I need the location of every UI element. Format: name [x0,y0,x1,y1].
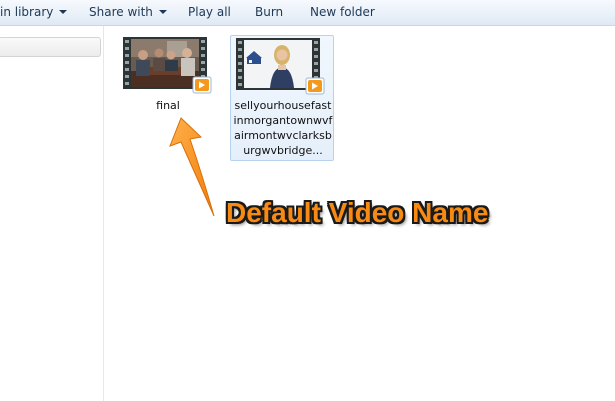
explorer-window: in library Share with Play all Burn New … [0,0,615,401]
play-all-label: Play all [188,5,231,19]
file-item-final[interactable]: final [120,34,216,120]
nav-selected-item[interactable] [0,37,101,57]
file-name-label: sellyourhousefastinmorgantownwvfairmontw… [233,99,333,157]
new-folder-label: New folder [310,5,375,19]
video-thumbnail-icon [123,37,212,94]
annotation-arrow-icon [169,117,215,217]
dropdown-arrow-icon [59,10,68,14]
burn-button[interactable]: Burn [255,0,283,25]
annotation-callout: Default Video Name [226,197,489,228]
include-in-library-button[interactable]: in library [0,0,68,25]
play-all-button[interactable]: Play all [188,0,231,25]
video-thumbnail-icon [236,38,325,95]
burn-label: Burn [255,5,284,19]
share-with-button[interactable]: Share with [89,0,167,25]
include-in-library-label: in library [0,5,54,19]
file-name-label: final [156,99,180,112]
navigation-pane[interactable] [0,26,104,401]
file-item-sellyourhouse[interactable]: sellyourhousefastinmorgantownwvfairmontw… [230,35,334,161]
command-bar: in library Share with Play all Burn New … [0,0,615,26]
new-folder-button[interactable]: New folder [310,0,375,25]
dropdown-arrow-icon [158,10,167,14]
share-with-label: Share with [89,5,153,19]
